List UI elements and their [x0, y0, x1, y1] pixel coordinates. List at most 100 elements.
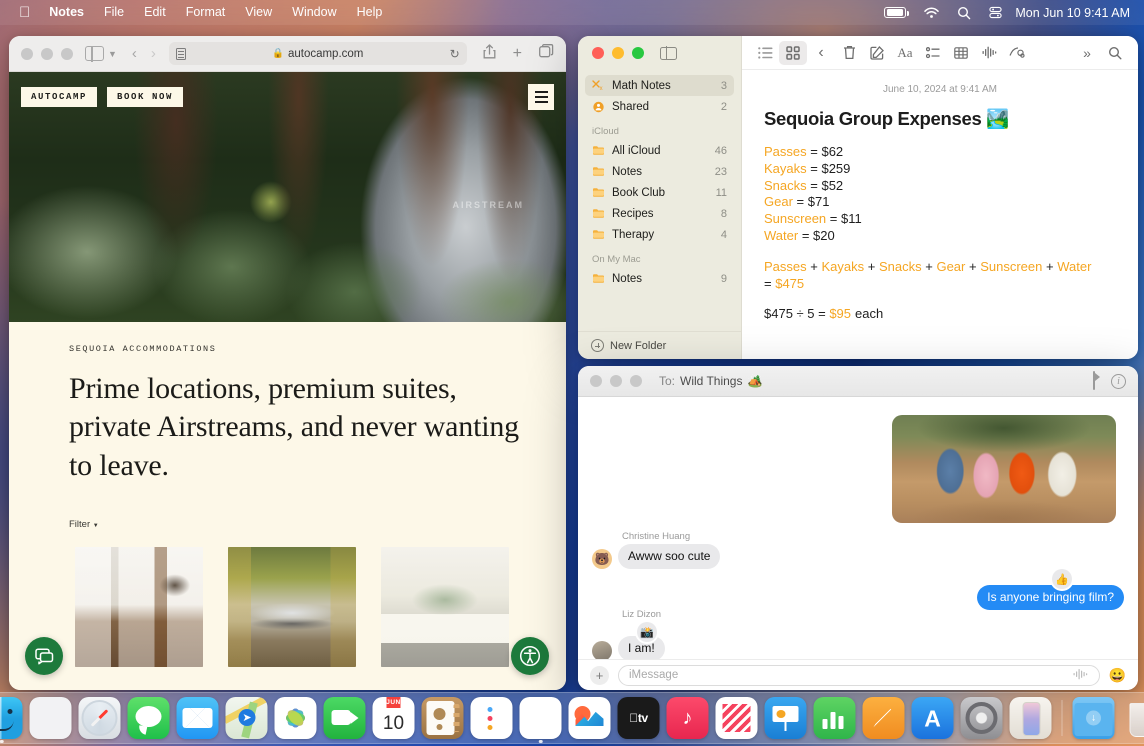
listing-card-exterior[interactable]	[228, 547, 356, 667]
compose-icon[interactable]	[863, 41, 891, 65]
dock-item-numbers[interactable]	[813, 696, 857, 740]
notes-window[interactable]: x Math Notes 3 Shared 2 iCloud	[578, 36, 1138, 359]
imessage-input[interactable]: iMessage	[618, 665, 1100, 686]
safari-webpage[interactable]: AUTOCAMP BOOK NOW AIRSTREAM SEQUOIA ACCO…	[9, 72, 566, 690]
dock-item-launchpad[interactable]	[29, 696, 73, 740]
message-bubble[interactable]: Awww soo cute	[618, 544, 720, 569]
tab-overview-icon[interactable]	[539, 44, 554, 63]
list-view-icon[interactable]	[751, 41, 779, 65]
dock-item-news[interactable]	[715, 696, 759, 740]
control-center-icon[interactable]	[980, 0, 1011, 25]
dock-item-calendar[interactable]: JUN 10	[372, 696, 416, 740]
back-icon[interactable]: ‹	[807, 41, 835, 65]
dock-item-safari[interactable]	[78, 696, 122, 740]
dock-item-system-settings[interactable]	[960, 696, 1004, 740]
menu-item-window[interactable]: Window	[282, 0, 346, 25]
close-button[interactable]	[590, 375, 602, 387]
avatar[interactable]	[592, 641, 612, 659]
share-icon[interactable]	[483, 44, 496, 64]
back-button[interactable]: ‹	[125, 45, 144, 62]
dock-item-appletv[interactable]: tv	[617, 696, 661, 740]
dock-item-maps[interactable]: ➤	[225, 696, 269, 740]
messages-traffic-lights[interactable]	[590, 375, 642, 387]
sidebar-item-notes-local[interactable]: Notes 9	[585, 268, 734, 289]
listing-card-kitchen[interactable]	[75, 547, 203, 667]
sidebar-icon[interactable]	[85, 46, 104, 61]
new-tab-icon[interactable]: +	[513, 46, 522, 62]
forward-button[interactable]: ›	[144, 45, 163, 62]
format-icon[interactable]: Aa	[891, 41, 919, 65]
dock-item-trash[interactable]	[1121, 696, 1144, 740]
site-logo[interactable]: AUTOCAMP	[21, 87, 97, 107]
dock-item-finder[interactable]	[0, 696, 24, 740]
close-button[interactable]	[21, 48, 33, 60]
table-icon[interactable]	[947, 41, 975, 65]
menu-item-format[interactable]: Format	[176, 0, 236, 25]
hamburger-menu-icon[interactable]	[528, 84, 554, 110]
dock-item-reminders[interactable]	[470, 696, 514, 740]
dock-item-facetime[interactable]	[323, 696, 367, 740]
more-icon[interactable]: »	[1073, 41, 1101, 65]
sidebar-item-math-notes[interactable]: x Math Notes 3	[585, 75, 734, 96]
message-thread[interactable]: Christine Huang 🐻 Awww soo cute 👍 Is any…	[578, 397, 1138, 659]
info-icon[interactable]: i	[1111, 374, 1126, 389]
safari-traffic-lights[interactable]	[21, 48, 73, 60]
dock-item-music[interactable]: ♪	[666, 696, 710, 740]
close-button[interactable]	[592, 47, 604, 59]
reload-icon[interactable]: ↻	[450, 47, 460, 61]
dock-item-photos[interactable]	[274, 696, 318, 740]
search-icon[interactable]	[1101, 41, 1129, 65]
accessibility-icon[interactable]	[511, 637, 549, 675]
safari-window[interactable]: ▼ ‹ › 🔒 autocamp.com ↻ +	[9, 36, 566, 690]
minimize-button[interactable]	[41, 48, 53, 60]
friends-sitting-photo[interactable]	[892, 415, 1116, 523]
dock-item-app-store[interactable]	[911, 696, 955, 740]
chevron-down-icon[interactable]: ▼	[104, 49, 125, 59]
listing-card-bedroom[interactable]	[381, 547, 509, 667]
filter-control[interactable]: Filter ▼	[69, 519, 520, 530]
sidebar-item-all-icloud[interactable]: All iCloud 46	[585, 140, 734, 161]
sidebar-item-shared[interactable]: Shared 2	[585, 96, 734, 117]
dock-item-freeform[interactable]	[568, 696, 612, 740]
dock-item-notes[interactable]	[519, 696, 563, 740]
book-now-button[interactable]: BOOK NOW	[107, 87, 183, 107]
audio-icon[interactable]	[975, 41, 1003, 65]
maximize-button[interactable]	[61, 48, 73, 60]
delete-icon[interactable]	[835, 41, 863, 65]
dock-item-downloads[interactable]: ↓	[1072, 696, 1116, 740]
apple-logo-icon[interactable]: 	[10, 2, 39, 24]
sidebar-item-therapy[interactable]: Therapy 4	[585, 224, 734, 245]
message-bubble[interactable]: Is anyone bringing film?	[977, 585, 1124, 610]
sidebar-toggle-icon[interactable]	[660, 47, 677, 60]
new-folder-button[interactable]: New Folder	[578, 331, 741, 359]
gallery-view-icon[interactable]	[779, 41, 807, 65]
tapback-thumbsup[interactable]: 👍	[1052, 569, 1072, 589]
dock-item-contacts[interactable]	[421, 696, 465, 740]
conversation-recipient[interactable]: To: Wild Things 🏕️	[659, 374, 762, 388]
menu-item-file[interactable]: File	[94, 0, 134, 25]
dock-item-mail[interactable]	[176, 696, 220, 740]
chat-bubble-icon[interactable]	[25, 637, 63, 675]
battery-icon[interactable]	[875, 0, 915, 25]
minimize-button[interactable]	[612, 47, 624, 59]
reader-view-icon[interactable]	[176, 48, 186, 60]
dock-item-iphone-mirroring[interactable]	[1009, 696, 1053, 740]
sidebar-item-recipes[interactable]: Recipes 8	[585, 203, 734, 224]
maximize-button[interactable]	[632, 47, 644, 59]
audio-message-icon[interactable]	[1073, 668, 1089, 683]
dock-item-pages[interactable]	[862, 696, 906, 740]
facetime-icon[interactable]	[1093, 372, 1095, 390]
notes-traffic-lights[interactable]	[592, 47, 644, 59]
emoji-picker-icon[interactable]: 😀	[1109, 667, 1126, 684]
menu-item-notes[interactable]: Notes	[39, 0, 94, 25]
dock-item-keynote[interactable]	[764, 696, 808, 740]
sidebar-item-book-club[interactable]: Book Club 11	[585, 182, 734, 203]
minimize-button[interactable]	[610, 375, 622, 387]
message-row[interactable]: 🐻 Awww soo cute	[592, 544, 720, 569]
tapback-camera[interactable]: 📸	[637, 622, 657, 642]
markup-icon[interactable]	[1003, 41, 1031, 65]
menu-item-help[interactable]: Help	[347, 0, 393, 25]
note-document[interactable]: June 10, 2024 at 9:41 AM Sequoia Group E…	[742, 70, 1138, 322]
sidebar-item-notes[interactable]: Notes 23	[585, 161, 734, 182]
wifi-icon[interactable]	[915, 0, 948, 25]
